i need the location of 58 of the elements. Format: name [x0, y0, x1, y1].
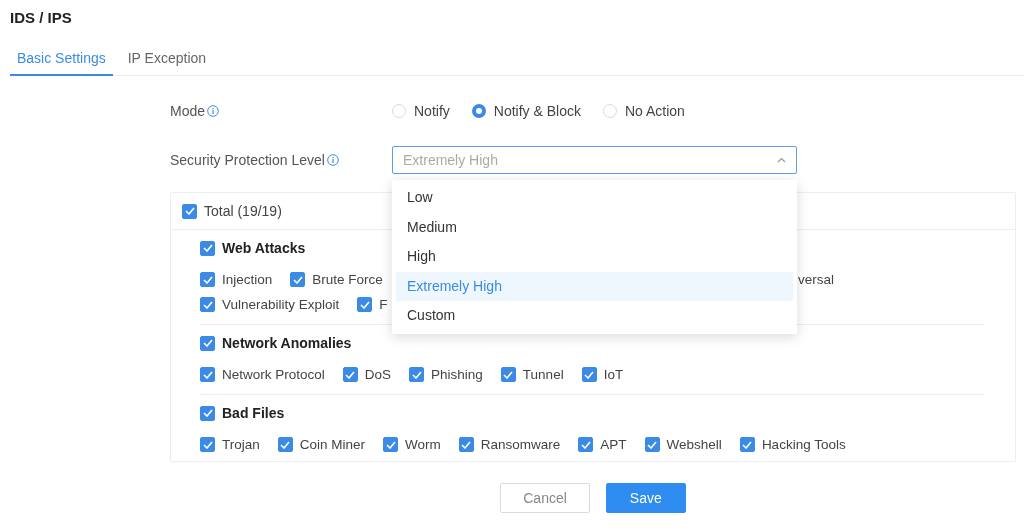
checkbox-label: Webshell	[666, 437, 722, 452]
field-label: Security Protection Level	[170, 152, 325, 168]
checkbox[interactable]	[581, 367, 597, 382]
radio-button[interactable]	[471, 104, 486, 118]
checkbox[interactable]	[200, 437, 215, 452]
checkbox[interactable]	[200, 367, 215, 382]
group-label: Web Attacks	[222, 240, 306, 256]
checkbox-label: Tunnel	[522, 367, 564, 382]
group-label: Network Anomalies	[222, 335, 352, 351]
checkbox-label: Total (19/19)	[204, 203, 282, 219]
checkbox[interactable]	[644, 437, 660, 452]
info-icon[interactable]	[207, 105, 220, 117]
tab[interactable]: IP Exception	[120, 44, 214, 76]
group-label: Bad Files	[222, 405, 285, 421]
checkbox-label: Injection	[222, 272, 273, 287]
checkbox[interactable]	[342, 367, 358, 382]
checkbox-label: Ransomware	[480, 437, 561, 452]
checkbox[interactable]	[357, 297, 373, 312]
checkbox[interactable]	[578, 437, 594, 452]
checkbox-label: F	[379, 297, 388, 312]
checkbox[interactable]	[200, 240, 215, 256]
checkbox[interactable]	[182, 203, 197, 219]
checkbox-label: Brute Force	[312, 272, 383, 287]
checkbox-label: Coin Miner	[299, 437, 366, 452]
checkbox-label: Trojan	[222, 437, 260, 452]
checkbox-label: Worm	[405, 437, 441, 452]
checkbox[interactable]	[200, 405, 215, 421]
checkbox-label: versal	[798, 272, 834, 287]
checkbox-label: Vulnerability Exploit	[222, 297, 340, 312]
info-icon[interactable]	[326, 154, 339, 166]
checkbox-label: Network Protocol	[222, 367, 325, 382]
checkbox-label: Phishing	[431, 367, 483, 382]
dropdown-option[interactable]: Low	[396, 183, 793, 213]
dropdown-option[interactable]: Custom	[396, 301, 793, 331]
checkbox[interactable]	[383, 437, 399, 452]
dropdown-option[interactable]: High	[396, 242, 793, 272]
checkbox-label: IoT	[603, 367, 624, 382]
chevron-icon	[777, 157, 786, 163]
radio-option[interactable]: Notify	[392, 103, 450, 119]
checkbox[interactable]	[739, 437, 755, 452]
cancel-button[interactable]: Cancel	[500, 483, 590, 513]
checkbox-label: Hacking Tools	[761, 437, 846, 452]
checkbox[interactable]	[200, 297, 215, 312]
radio-option[interactable]: No Action	[602, 103, 685, 119]
radio-option[interactable]: Notify & Block	[471, 103, 581, 119]
checkbox-label: APT	[600, 437, 627, 452]
page-title: IDS / IPS	[9, 8, 73, 28]
dropdown-option[interactable]: Medium	[396, 212, 793, 242]
checkbox-label: DoS	[364, 367, 392, 382]
checkbox[interactable]	[500, 367, 516, 382]
checkbox[interactable]	[458, 437, 474, 452]
checkbox[interactable]	[200, 272, 215, 287]
field-label: Mode	[170, 103, 206, 119]
checkbox[interactable]	[409, 367, 425, 382]
tab[interactable]: Basic Settings	[10, 44, 113, 76]
checkbox[interactable]	[290, 272, 306, 287]
checkbox[interactable]	[200, 335, 215, 351]
checkbox[interactable]	[277, 437, 293, 452]
